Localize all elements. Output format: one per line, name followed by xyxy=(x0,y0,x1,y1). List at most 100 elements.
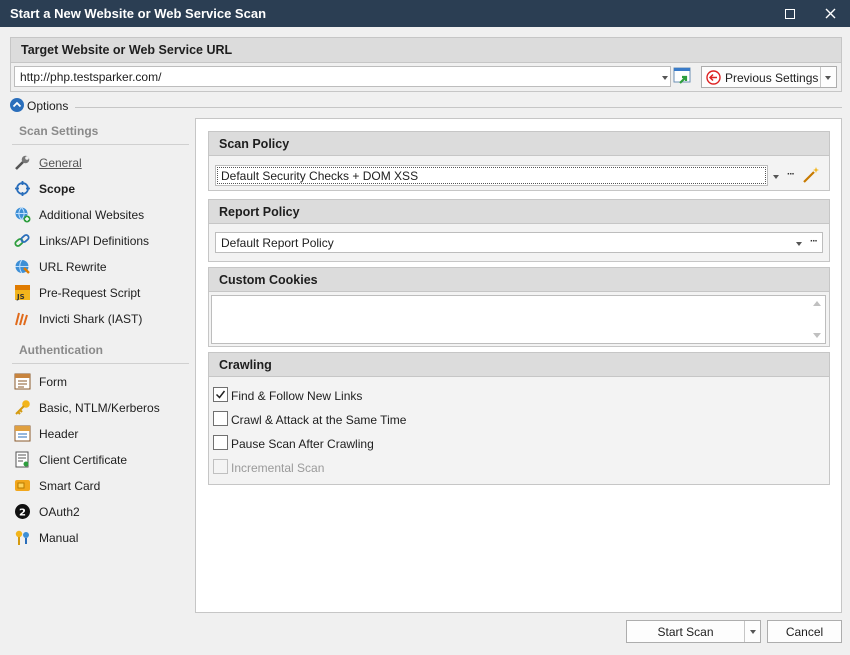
report-policy-value: Default Report Policy xyxy=(221,236,334,250)
sidebar-item-url-rewrite-label: URL Rewrite xyxy=(39,260,107,274)
maximize-icon xyxy=(785,9,795,19)
checkbox-box xyxy=(213,459,228,474)
previous-settings-dropdown-icon[interactable] xyxy=(825,76,831,80)
pause-after-crawling-label: Pause Scan After Crawling xyxy=(231,437,374,451)
window-title: Start a New Website or Web Service Scan xyxy=(10,6,266,21)
sidebar-item-form-label: Form xyxy=(39,375,67,389)
browse-url-icon[interactable] xyxy=(673,67,693,86)
options-label: Options xyxy=(27,99,68,113)
url-dropdown-icon[interactable] xyxy=(662,76,668,80)
target-url-header: Target Website or Web Service URL xyxy=(11,38,841,63)
start-scan-button[interactable]: Start Scan xyxy=(626,620,761,643)
sidebar-item-scope[interactable]: Scope xyxy=(12,177,190,199)
sidebar-item-url-rewrite[interactable]: URL Rewrite xyxy=(12,255,190,277)
scan-settings-divider xyxy=(12,144,189,145)
magic-wand-icon[interactable] xyxy=(802,166,820,184)
report-policy-more-icon[interactable]: ··· xyxy=(810,236,817,247)
sidebar-item-additional-websites[interactable]: Additional Websites xyxy=(12,203,190,225)
authentication-divider xyxy=(12,363,189,364)
scan-policy-group: Scan Policy Default Security Checks + DO… xyxy=(208,131,830,191)
scan-policy-value: Default Security Checks + DOM XSS xyxy=(221,169,418,183)
maximize-button[interactable] xyxy=(770,0,810,27)
shark-icon xyxy=(14,310,31,327)
sidebar-item-oauth2[interactable]: 2 OAuth2 xyxy=(12,500,190,522)
form-icon xyxy=(14,373,31,390)
certificate-icon xyxy=(14,451,31,468)
scroll-up-icon[interactable] xyxy=(813,301,821,306)
collapse-icon xyxy=(10,98,24,112)
wrench-icon xyxy=(14,154,31,171)
sidebar-item-invicti-shark-label: Invicti Shark (IAST) xyxy=(39,312,142,326)
sidebar-item-client-certificate[interactable]: Client Certificate xyxy=(12,448,190,470)
back-arrow-icon xyxy=(706,70,721,85)
scroll-down-icon[interactable] xyxy=(813,333,821,338)
sidebar-item-header[interactable]: Header xyxy=(12,422,190,444)
custom-cookies-group: Custom Cookies xyxy=(208,267,830,347)
scan-policy-more-icon[interactable]: ··· xyxy=(787,169,794,180)
checkbox-box[interactable] xyxy=(213,387,228,402)
target-url-value: http://php.testsparker.com/ xyxy=(20,70,161,84)
sidebar-item-manual-label: Manual xyxy=(39,531,78,545)
settings-panel: Scan Policy Default Security Checks + DO… xyxy=(195,118,842,613)
custom-cookies-textarea[interactable] xyxy=(211,295,826,344)
target-url-input[interactable]: http://php.testsparker.com/ xyxy=(14,66,671,87)
smart-card-icon xyxy=(14,477,31,494)
options-divider xyxy=(75,107,842,108)
url-rewrite-icon xyxy=(14,258,31,275)
checkbox-box[interactable] xyxy=(213,435,228,450)
start-scan-separator xyxy=(744,621,745,642)
svg-text:JS: JS xyxy=(16,293,25,301)
start-scan-dropdown-icon[interactable] xyxy=(750,630,756,634)
checkbox-box[interactable] xyxy=(213,411,228,426)
crawling-group: Crawling Find & Follow New Links Crawl &… xyxy=(208,352,830,485)
scan-policy-dropdown-icon[interactable] xyxy=(773,175,779,179)
manual-icon xyxy=(14,529,31,546)
previous-settings-button[interactable]: Previous Settings xyxy=(701,66,837,88)
sidebar-item-invicti-shark[interactable]: Invicti Shark (IAST) xyxy=(12,307,190,329)
sidebar-item-client-certificate-label: Client Certificate xyxy=(39,453,127,467)
sidebar-item-general[interactable]: General xyxy=(12,151,190,173)
close-icon xyxy=(825,8,836,19)
title-bar: Start a New Website or Web Service Scan xyxy=(0,0,850,27)
sidebar-item-pre-request-script[interactable]: JS Pre-Request Script xyxy=(12,281,190,303)
sidebar-item-oauth2-label: OAuth2 xyxy=(39,505,80,519)
cancel-button[interactable]: Cancel xyxy=(767,620,842,643)
sidebar-item-smart-card-label: Smart Card xyxy=(39,479,100,493)
report-policy-group: Report Policy Default Report Policy ··· xyxy=(208,199,830,262)
scan-policy-select[interactable]: Default Security Checks + DOM XSS xyxy=(215,165,768,186)
incremental-scan-label: Incremental Scan xyxy=(231,461,324,475)
crawling-header: Crawling xyxy=(209,353,829,377)
find-follow-links-label: Find & Follow New Links xyxy=(231,389,362,403)
sidebar-item-smart-card[interactable]: Smart Card xyxy=(12,474,190,496)
scan-settings-title: Scan Settings xyxy=(19,124,98,138)
oauth2-icon: 2 xyxy=(14,503,31,520)
links-icon xyxy=(14,232,31,249)
sidebar-item-scope-label: Scope xyxy=(39,182,75,196)
sidebar-item-header-label: Header xyxy=(39,427,78,441)
header-icon xyxy=(14,425,31,442)
report-policy-header: Report Policy xyxy=(209,200,829,224)
sidebar-item-form[interactable]: Form xyxy=(12,370,190,392)
scope-icon xyxy=(14,180,31,197)
sidebar-item-general-label: General xyxy=(39,156,82,170)
key-icon xyxy=(14,399,31,416)
authentication-title: Authentication xyxy=(19,343,103,357)
sidebar-item-manual[interactable]: Manual xyxy=(12,526,190,548)
js-script-icon: JS xyxy=(14,284,31,301)
custom-cookies-header: Custom Cookies xyxy=(209,268,829,292)
sidebar-item-links-api[interactable]: Links/API Definitions xyxy=(12,229,190,251)
sidebar-item-additional-websites-label: Additional Websites xyxy=(39,208,144,222)
custom-cookies-scrollbar[interactable] xyxy=(809,296,825,343)
sidebar-item-pre-request-script-label: Pre-Request Script xyxy=(39,286,140,300)
report-policy-select[interactable]: Default Report Policy xyxy=(215,232,823,253)
target-url-group: Target Website or Web Service URL http:/… xyxy=(10,37,842,92)
sidebar-item-basic-ntlm[interactable]: Basic, NTLM/Kerberos xyxy=(12,396,190,418)
report-policy-dropdown-icon[interactable] xyxy=(796,242,802,246)
start-scan-label: Start Scan xyxy=(627,625,744,639)
sidebar-item-basic-ntlm-label: Basic, NTLM/Kerberos xyxy=(39,401,160,415)
sidebar-item-links-api-label: Links/API Definitions xyxy=(39,234,149,248)
previous-settings-separator xyxy=(820,67,821,87)
cancel-label: Cancel xyxy=(768,625,841,639)
close-button[interactable] xyxy=(810,0,850,27)
svg-text:2: 2 xyxy=(19,508,26,519)
